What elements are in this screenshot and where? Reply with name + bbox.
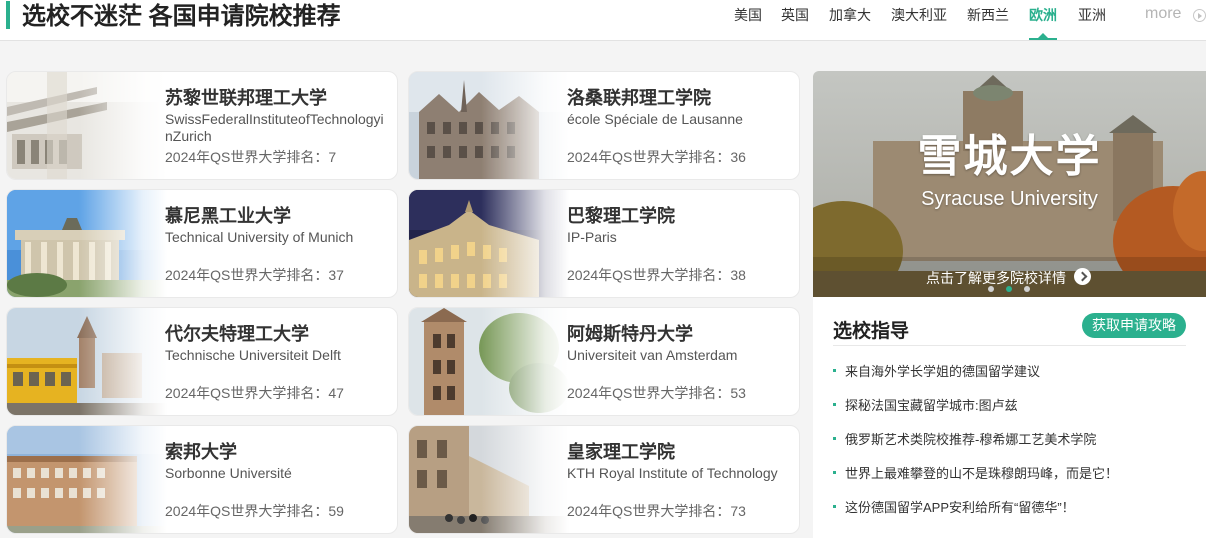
school-english-name: Universiteit van Amsterdam [567,347,738,363]
tab-new-zealand[interactable]: 新西兰 [967,6,1009,24]
guide-title: 选校指导 [833,321,910,342]
banner-school-name: 雪城大学 [917,132,1102,181]
carousel-dot[interactable] [988,286,994,292]
guide-article-link[interactable]: 来自海外学长学姐的德国留学建议 [833,364,1040,380]
school-card-epfl[interactable]: 洛桑联邦理工学院 école Spéciale de Lausanne 2024… [408,71,800,180]
school-name: 慕尼黑工业大学 [165,206,291,226]
school-qs-rank: 2024年QS世界大学排名：53 [567,385,746,401]
school-name: 代尔夫特理工大学 [165,324,309,344]
featured-school-banner[interactable]: 雪城大学 Syracuse University 点击了解更多院校详情 [813,71,1206,297]
school-qs-rank: 2024年QS世界大学排名：73 [567,503,746,519]
title-accent-bar [6,1,10,29]
active-tab-caret-icon [1038,33,1048,38]
school-name: 巴黎理工学院 [567,206,675,226]
school-card-kth[interactable]: 皇家理工学院 KTH Royal Institute of Technology… [408,425,800,534]
school-card-tu-delft[interactable]: 代尔夫特理工大学 Technische Universiteit Delft 2… [6,307,398,416]
school-name: 索邦大学 [165,442,237,462]
school-photo [409,72,569,179]
section-header: 选校不迷茫 各国申请院校推荐 美国 英国 加拿大 澳大利亚 新西兰 欧洲 亚洲 … [0,0,1206,41]
school-qs-rank: 2024年QS世界大学排名：38 [567,267,746,283]
school-photo [409,426,569,533]
school-photo [7,308,167,415]
school-name: 苏黎世联邦理工大学 [165,88,327,108]
school-photo [409,308,569,415]
carousel-dot[interactable] [1024,286,1030,292]
banner-school-english-name: Syracuse University [921,188,1098,210]
more-link[interactable]: more [1145,5,1181,23]
tab-usa[interactable]: 美国 [734,6,762,24]
guide-article-link[interactable]: 俄罗斯艺术类院校推荐-穆希娜工艺美术学院 [833,432,1096,448]
tab-asia[interactable]: 亚洲 [1078,6,1106,24]
section-title: 选校不迷茫 各国申请院校推荐 [22,3,341,30]
school-english-name: SwissFederalInstituteofTechnologyinZuric… [165,111,384,144]
school-english-name: école Spéciale de Lausanne [567,111,743,127]
guide-article-link[interactable]: 这份德国留学APP安利给所有“留德华”！ [833,500,1075,516]
school-qs-rank: 2024年QS世界大学排名：59 [165,503,344,519]
school-card-eth-zurich[interactable]: 苏黎世联邦理工大学 SwissFederalInstituteofTechnol… [6,71,398,180]
tab-europe[interactable]: 欧洲 [1029,6,1057,24]
school-photo [409,190,569,297]
school-qs-rank: 2024年QS世界大学排名：47 [165,385,344,401]
play-circle-icon[interactable] [1193,9,1206,22]
school-name: 洛桑联邦理工学院 [567,88,711,108]
school-card-sorbonne[interactable]: 索邦大学 Sorbonne Université 2024年QS世界大学排名：5… [6,425,398,534]
school-qs-rank: 2024年QS世界大学排名：37 [165,267,344,283]
get-application-guide-button[interactable]: 获取申请攻略 [1082,313,1186,338]
school-photo [7,72,167,179]
guide-article-link[interactable]: 世界上最难攀登的山不是珠穆朗玛峰，而是它！ [833,466,1118,482]
school-photo [7,190,167,297]
school-name: 阿姆斯特丹大学 [567,324,693,344]
tab-canada[interactable]: 加拿大 [829,6,871,24]
school-guide-panel: 选校指导 获取申请攻略 来自海外学长学姐的德国留学建议 探秘法国宝藏留学城市:图… [813,297,1206,538]
guide-article-link[interactable]: 探秘法国宝藏留学城市:图卢兹 [833,398,1018,414]
school-card-ip-paris[interactable]: 巴黎理工学院 IP-Paris 2024年QS世界大学排名：38 [408,189,800,298]
school-card-uva[interactable]: 阿姆斯特丹大学 Universiteit van Amsterdam 2024年… [408,307,800,416]
guide-divider [833,345,1186,346]
school-english-name: Sorbonne Université [165,465,292,481]
school-english-name: Technische Universiteit Delft [165,347,341,363]
school-qs-rank: 2024年QS世界大学排名：36 [567,149,746,165]
carousel-dot-active[interactable] [1006,286,1012,292]
active-tab-underline [1029,38,1057,40]
school-english-name: IP-Paris [567,229,617,245]
tab-australia[interactable]: 澳大利亚 [891,6,947,24]
school-qs-rank: 2024年QS世界大学排名：7 [165,149,337,165]
school-english-name: KTH Royal Institute of Technology [567,465,778,481]
banner-more-details-link[interactable]: 点击了解更多院校详情 [926,268,1066,288]
school-name: 皇家理工学院 [567,442,675,462]
school-english-name: Technical University of Munich [165,229,354,245]
tab-uk[interactable]: 英国 [781,6,809,24]
arrow-right-icon[interactable] [1074,268,1091,285]
school-card-tum[interactable]: 慕尼黑工业大学 Technical University of Munich 2… [6,189,398,298]
school-photo [7,426,167,533]
